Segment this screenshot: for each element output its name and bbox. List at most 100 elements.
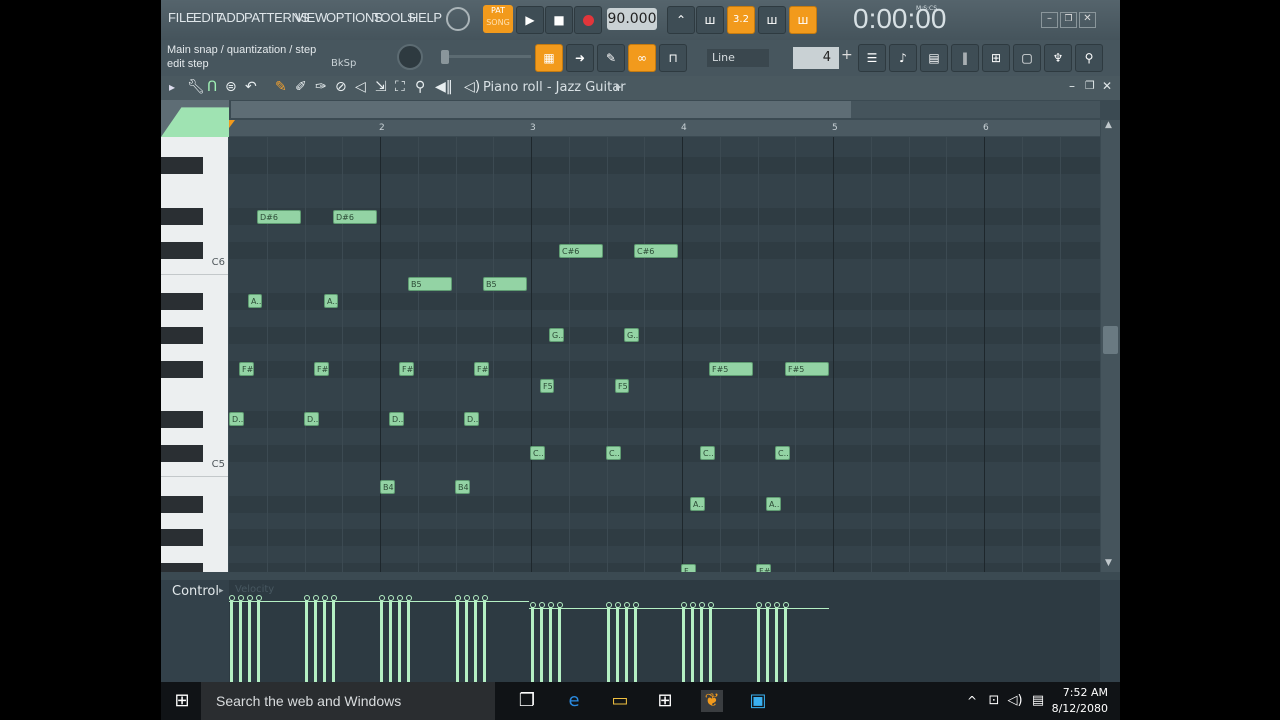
black-key[interactable] [161,496,203,513]
velocity-bar[interactable] [625,605,628,682]
timeline-ruler[interactable]: 2 3 4 5 6 [229,120,1100,136]
note[interactable]: D.. [389,412,404,426]
pattern-overview[interactable] [231,101,851,118]
undo-icon[interactable]: ↶ [245,79,257,95]
velocity-handle-icon[interactable] [387,595,394,601]
playlist-icon[interactable]: ☰ [858,44,886,72]
note[interactable]: C.. [700,446,715,460]
velocity-handle-icon[interactable] [396,595,403,601]
velocity-bar[interactable] [540,605,543,682]
restore-icon[interactable]: ❐ [1060,12,1077,28]
velocity-bar[interactable] [230,598,233,682]
velocity-bar[interactable] [709,605,712,682]
velocity-handle-icon[interactable] [529,602,536,608]
velocity-bar[interactable] [474,598,477,682]
note[interactable]: C.. [606,446,621,460]
black-key[interactable] [161,445,203,462]
velocity-handle-icon[interactable] [481,595,488,601]
piano-roll-icon[interactable]: ♪ [889,44,917,72]
search-box[interactable]: Search the web and Windows [201,682,495,720]
mixer-icon[interactable]: ‖ [951,44,979,72]
note[interactable]: F#5 [709,362,753,376]
tempo-display[interactable]: 90.000 [607,8,657,30]
velocity-bar[interactable] [456,598,459,682]
note[interactable]: C.. [530,446,545,460]
velocity-bar[interactable] [465,598,468,682]
velocity-bar[interactable] [700,605,703,682]
velocity-bar[interactable] [558,605,561,682]
paint-delete-icon[interactable]: ✑ [315,79,327,95]
velocity-bar[interactable] [607,605,610,682]
velocity-handle-icon[interactable] [707,602,714,608]
velocity-handle-icon[interactable] [556,602,563,608]
pat-song-toggle[interactable]: PAT SONG [483,5,513,33]
zoom-handle[interactable] [161,100,229,137]
start-windows-icon[interactable]: ⊞ [171,690,193,712]
note[interactable]: B5 [483,277,527,291]
velocity-handle-icon[interactable] [303,595,310,601]
slice-tool-icon[interactable]: ⇲ [375,79,387,95]
master-volume-knob[interactable] [397,44,423,70]
menu-help[interactable]: HELP [409,10,442,25]
note[interactable]: C#6 [634,244,678,258]
velocity-handle-icon[interactable] [605,602,612,608]
scroll-down-icon[interactable]: ▼ [1105,558,1112,568]
pr-close-icon[interactable]: ✕ [1102,79,1112,93]
velocity-bar[interactable] [549,605,552,682]
metronome-icon[interactable]: ⌃ [667,6,695,34]
channel-rack-icon[interactable]: ▤ [920,44,948,72]
velocity-handle-icon[interactable] [405,595,412,601]
velocity-bar[interactable] [757,605,760,682]
velocity-handle-icon[interactable] [680,602,687,608]
title-arrow-icon[interactable]: ▸ [616,80,622,93]
note[interactable]: G.. [624,328,639,342]
note[interactable]: F#5 [785,362,829,376]
velocity-bar[interactable] [332,598,335,682]
velocity-bar[interactable] [616,605,619,682]
magnet-snap-icon[interactable]: Ո [207,79,217,95]
control-arrow-icon[interactable]: ▸ [219,586,224,596]
velocity-bar[interactable] [531,605,534,682]
velocity-bar[interactable] [784,605,787,682]
velocity-bar[interactable] [775,605,778,682]
note[interactable]: B4 [380,480,395,494]
note[interactable]: B4 [455,480,470,494]
velocity-handle-icon[interactable] [547,602,554,608]
paint-tool-icon[interactable]: ✐ [295,79,307,95]
black-key[interactable] [161,361,203,378]
note[interactable]: A.. [766,497,781,511]
velocity-handle-icon[interactable] [312,595,319,601]
note[interactable]: F.. [681,564,696,572]
browser-icon[interactable]: ⊞ [982,44,1010,72]
note[interactable]: A.. [690,497,705,511]
note[interactable]: D#6 [333,210,377,224]
horizontal-scrollbar[interactable] [851,101,1100,118]
line-mode-select[interactable]: Line [707,49,769,67]
network-icon[interactable]: ⊡ [983,690,1005,712]
velocity-bar[interactable] [305,598,308,682]
magnet-icon[interactable]: ⊓ [659,44,687,72]
recorder-app-icon[interactable]: ▣ [747,690,769,712]
note[interactable]: B5 [408,277,452,291]
system-clock[interactable]: 7:52 AM 8/12/2080 [1052,685,1108,717]
velocity-handle-icon[interactable] [246,595,253,601]
note[interactable]: F#5 [474,362,489,376]
black-key[interactable] [161,411,203,428]
velocity-bar[interactable] [766,605,769,682]
velocity-bar[interactable] [483,598,486,682]
show-hidden-icons-icon[interactable]: ^ [961,690,983,712]
note[interactable]: A.. [324,294,338,308]
record-button[interactable] [574,6,602,34]
pr-minimize-icon[interactable]: – [1069,79,1075,93]
velocity-lane[interactable]: Velocity [229,580,1100,682]
zoom-tool-icon[interactable]: ⚲ [415,79,425,95]
velocity-handle-icon[interactable] [614,602,621,608]
note-grid[interactable]: D#6 D#6 C#6 C#6 B5 B5 A.. A.. G.. G.. F#5 F#5 F#5 F#5… [229,137,1100,572]
note[interactable]: D.. [304,412,319,426]
minimize-icon[interactable]: – [1041,12,1058,28]
typing-keyboard-icon[interactable]: ▦ [535,44,563,72]
menu-arrow-icon[interactable]: ▸ [169,80,175,94]
piano-keyboard[interactable]: C6 C5 [161,137,228,572]
file-explorer-icon[interactable]: ▭ [609,690,631,712]
note[interactable]: F#5 [314,362,329,376]
